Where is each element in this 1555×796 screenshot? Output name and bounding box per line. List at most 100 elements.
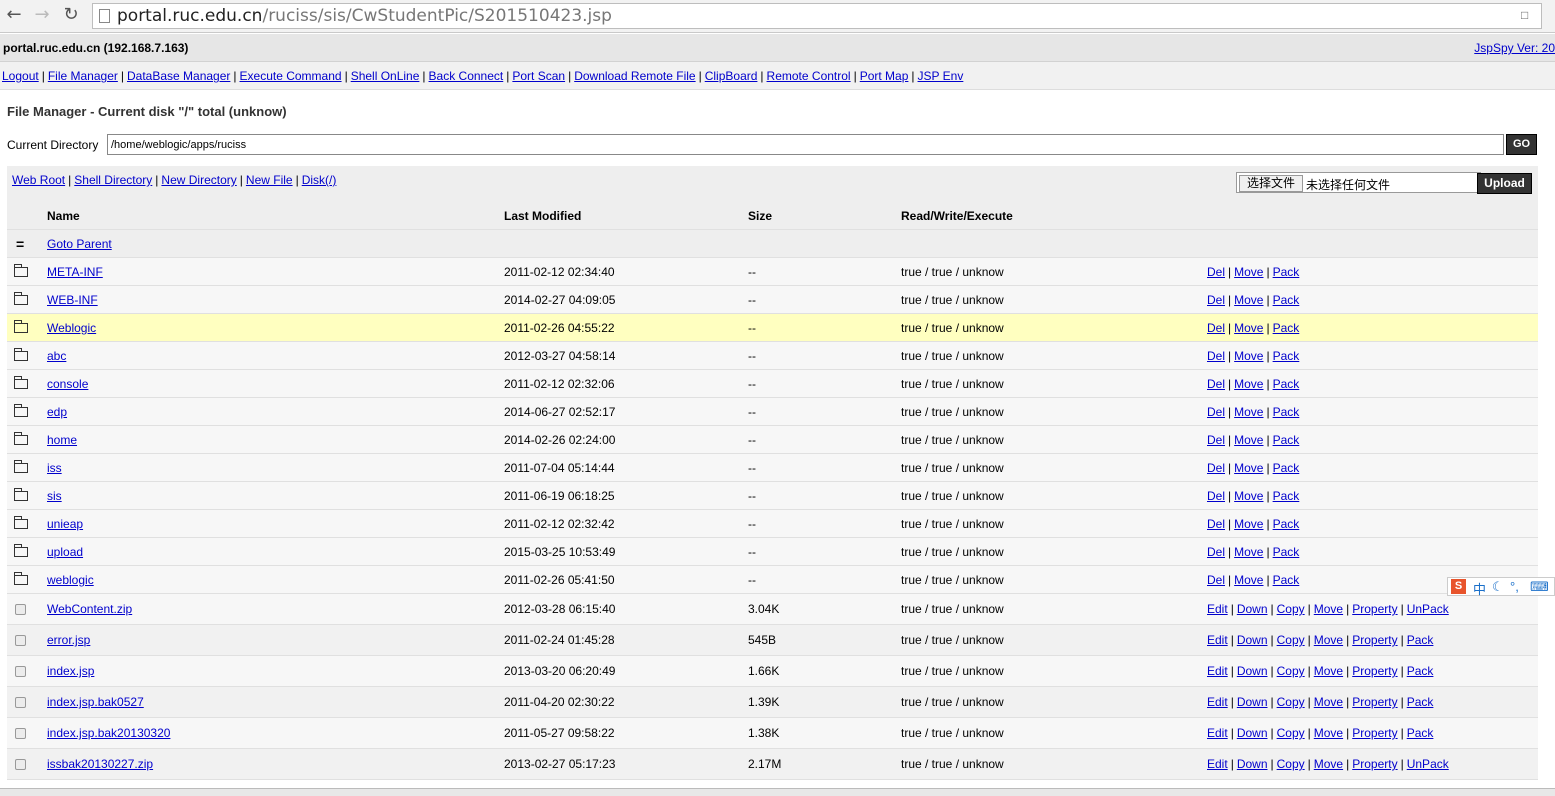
version-link[interactable]: JspSpy Ver: 20 <box>1474 41 1555 55</box>
edit-link[interactable]: Edit <box>1207 664 1228 678</box>
del-link[interactable]: Del <box>1207 545 1225 559</box>
address-bar[interactable]: portal.ruc.edu.cn/ruciss/sis/CwStudentPi… <box>92 3 1542 29</box>
property-link[interactable]: Property <box>1352 695 1397 709</box>
copy-link[interactable]: Copy <box>1277 602 1305 616</box>
directory-name-link[interactable]: abc <box>47 349 66 363</box>
menu-execute-command[interactable]: Execute Command <box>240 69 342 83</box>
forward-arrow-icon[interactable]: → <box>32 5 52 25</box>
pack-link[interactable]: Pack <box>1273 321 1300 335</box>
pack-link[interactable]: Pack <box>1273 377 1300 391</box>
choose-file-button[interactable]: 选择文件 <box>1239 175 1303 192</box>
checkbox-icon[interactable] <box>15 665 26 677</box>
edit-link[interactable]: Edit <box>1207 602 1228 616</box>
move-link[interactable]: Move <box>1314 695 1343 709</box>
go-button[interactable]: GO <box>1506 134 1537 155</box>
file-name-link[interactable]: index.jsp <box>47 664 94 678</box>
menu-port-scan[interactable]: Port Scan <box>512 69 565 83</box>
moon-icon[interactable]: ☾ <box>1492 579 1504 595</box>
pack-link[interactable]: Pack <box>1273 517 1300 531</box>
del-link[interactable]: Del <box>1207 489 1225 503</box>
pack-link[interactable]: Pack <box>1273 461 1300 475</box>
pack-link[interactable]: Pack <box>1273 433 1300 447</box>
url-text[interactable]: portal.ruc.edu.cn/ruciss/sis/CwStudentPi… <box>117 6 612 26</box>
move-link[interactable]: Move <box>1234 293 1263 307</box>
pack-link[interactable]: Pack <box>1273 489 1300 503</box>
del-link[interactable]: Del <box>1207 377 1225 391</box>
move-link[interactable]: Move <box>1314 757 1343 771</box>
toolbar-new-file[interactable]: New File <box>246 173 293 187</box>
back-arrow-icon[interactable]: ← <box>4 5 24 25</box>
edit-link[interactable]: Edit <box>1207 695 1228 709</box>
menu-jsp-env[interactable]: JSP Env <box>918 69 964 83</box>
move-link[interactable]: Move <box>1234 377 1263 391</box>
edit-link[interactable]: Edit <box>1207 633 1228 647</box>
menu-logout[interactable]: Logout <box>2 69 39 83</box>
del-link[interactable]: Del <box>1207 321 1225 335</box>
down-link[interactable]: Down <box>1237 695 1268 709</box>
menu-database-manager[interactable]: DataBase Manager <box>127 69 230 83</box>
directory-name-link[interactable]: home <box>47 433 77 447</box>
property-link[interactable]: Property <box>1352 633 1397 647</box>
pack-link[interactable]: Pack <box>1407 664 1434 678</box>
down-link[interactable]: Down <box>1237 726 1268 740</box>
move-link[interactable]: Move <box>1234 517 1263 531</box>
unpack-link[interactable]: UnPack <box>1407 602 1449 616</box>
del-link[interactable]: Del <box>1207 293 1225 307</box>
toolbar-disk[interactable]: Disk(/) <box>302 173 337 187</box>
menu-shell-online[interactable]: Shell OnLine <box>351 69 420 83</box>
del-link[interactable]: Del <box>1207 517 1225 531</box>
directory-name-link[interactable]: WEB-INF <box>47 293 98 307</box>
unpack-link[interactable]: UnPack <box>1407 757 1449 771</box>
pack-link[interactable]: Pack <box>1273 573 1300 587</box>
file-name-link[interactable]: error.jsp <box>47 633 90 647</box>
del-link[interactable]: Del <box>1207 265 1225 279</box>
goto-parent-link[interactable]: Goto Parent <box>47 237 112 251</box>
move-link[interactable]: Move <box>1234 573 1263 587</box>
property-link[interactable]: Property <box>1352 664 1397 678</box>
property-link[interactable]: Property <box>1352 726 1397 740</box>
menu-file-manager[interactable]: File Manager <box>48 69 118 83</box>
menu-remote-control[interactable]: Remote Control <box>767 69 851 83</box>
menu-clipboard[interactable]: ClipBoard <box>705 69 758 83</box>
reload-icon[interactable]: ↻ <box>61 5 81 25</box>
down-link[interactable]: Down <box>1237 633 1268 647</box>
move-link[interactable]: Move <box>1314 602 1343 616</box>
directory-name-link[interactable]: edp <box>47 405 67 419</box>
move-link[interactable]: Move <box>1314 664 1343 678</box>
translate-icon[interactable]: □ <box>1521 8 1537 24</box>
menu-port-map[interactable]: Port Map <box>860 69 909 83</box>
del-link[interactable]: Del <box>1207 433 1225 447</box>
move-link[interactable]: Move <box>1234 545 1263 559</box>
punct-icon[interactable]: °, <box>1510 579 1519 594</box>
pack-link[interactable]: Pack <box>1273 265 1300 279</box>
del-link[interactable]: Del <box>1207 349 1225 363</box>
down-link[interactable]: Down <box>1237 602 1268 616</box>
pack-link[interactable]: Pack <box>1273 545 1300 559</box>
del-link[interactable]: Del <box>1207 461 1225 475</box>
ime-toolbar[interactable]: S 中 ☾ °, ⌨ <box>1447 577 1555 598</box>
directory-name-link[interactable]: weblogic <box>47 573 94 587</box>
pack-link[interactable]: Pack <box>1407 695 1434 709</box>
file-upload-input[interactable]: 选择文件 未选择任何文件 <box>1236 172 1481 193</box>
move-link[interactable]: Move <box>1314 726 1343 740</box>
file-name-link[interactable]: WebContent.zip <box>47 602 132 616</box>
move-link[interactable]: Move <box>1234 433 1263 447</box>
file-name-link[interactable]: index.jsp.bak20130320 <box>47 726 170 740</box>
keyboard-icon[interactable]: ⌨ <box>1530 579 1549 595</box>
directory-name-link[interactable]: upload <box>47 545 83 559</box>
move-link[interactable]: Move <box>1234 489 1263 503</box>
edit-link[interactable]: Edit <box>1207 757 1228 771</box>
menu-back-connect[interactable]: Back Connect <box>429 69 504 83</box>
move-link[interactable]: Move <box>1234 461 1263 475</box>
directory-name-link[interactable]: Weblogic <box>47 321 96 335</box>
checkbox-icon[interactable] <box>15 727 26 739</box>
move-link[interactable]: Move <box>1314 633 1343 647</box>
del-link[interactable]: Del <box>1207 573 1225 587</box>
directory-name-link[interactable]: META-INF <box>47 265 103 279</box>
checkbox-icon[interactable] <box>15 696 26 708</box>
move-link[interactable]: Move <box>1234 349 1263 363</box>
current-directory-input[interactable] <box>107 134 1504 155</box>
down-link[interactable]: Down <box>1237 664 1268 678</box>
file-name-link[interactable]: issbak20130227.zip <box>47 757 153 771</box>
pack-link[interactable]: Pack <box>1273 349 1300 363</box>
